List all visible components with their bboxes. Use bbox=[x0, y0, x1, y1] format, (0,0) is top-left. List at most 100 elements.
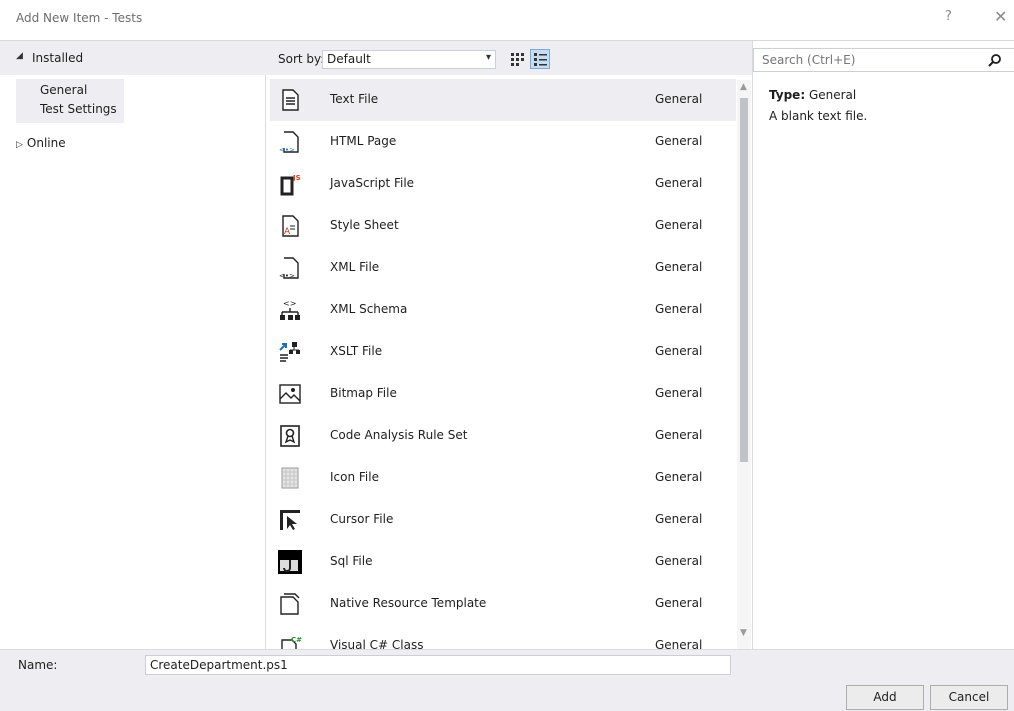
template-name: Visual C# Class bbox=[330, 638, 424, 649]
dialog-footer: Name: Add Cancel bbox=[0, 649, 1014, 711]
list-scrollbar[interactable]: ▲ ▼ bbox=[737, 80, 751, 649]
template-category: General bbox=[655, 470, 703, 484]
list-item-bitmap-file[interactable]: Bitmap File General bbox=[270, 373, 736, 415]
csharp-class-icon: C# bbox=[281, 636, 302, 649]
sql-file-icon bbox=[278, 550, 302, 574]
tree-node-label: Installed bbox=[32, 51, 84, 65]
template-category: General bbox=[655, 596, 703, 610]
sort-by-dropdown[interactable]: Default ▾ bbox=[322, 50, 496, 69]
name-label: Name: bbox=[18, 658, 58, 672]
list-item-style-sheet[interactable]: A Style Sheet General bbox=[270, 205, 736, 247]
text-file-icon bbox=[282, 89, 299, 111]
add-button[interactable]: Add bbox=[846, 685, 924, 710]
type-value: General bbox=[808, 88, 857, 102]
list-item-xml-file[interactable]: <•> XML File General bbox=[270, 247, 736, 289]
list-item-cursor-file[interactable]: Cursor File General bbox=[270, 499, 736, 541]
tree-item-test-settings[interactable]: Test Settings bbox=[16, 100, 256, 120]
template-list: Text File General <•> HTML Page General … bbox=[266, 75, 752, 649]
list-toolbar: Sort by: Default ▾ bbox=[266, 41, 752, 75]
template-category: General bbox=[655, 638, 703, 649]
template-name: Cursor File bbox=[330, 512, 394, 526]
collapse-arrow-icon[interactable]: ◢ bbox=[16, 51, 23, 61]
template-name: Icon File bbox=[330, 470, 379, 484]
template-name: Native Resource Template bbox=[330, 596, 487, 610]
template-name: HTML Page bbox=[330, 134, 397, 148]
grid-view-icon bbox=[511, 53, 524, 66]
scroll-up-arrow-icon[interactable]: ▲ bbox=[740, 82, 747, 92]
svg-text:<•>: <•> bbox=[279, 272, 295, 280]
xml-schema-icon: <> bbox=[280, 299, 300, 320]
list-item-xslt-file[interactable]: XSLT File General bbox=[270, 331, 736, 373]
template-name: XML Schema bbox=[330, 302, 408, 316]
bitmap-file-icon bbox=[279, 384, 301, 404]
tree-node-installed[interactable]: ◢ Installed bbox=[0, 41, 266, 75]
list-item-code-analysis-rule-set[interactable]: Code Analysis Rule Set General bbox=[270, 415, 736, 457]
icon-file-icon bbox=[281, 467, 299, 489]
template-name: JavaScript File bbox=[330, 176, 415, 190]
type-line: Type: General bbox=[769, 88, 856, 102]
template-category: General bbox=[655, 218, 703, 232]
sort-by-value: Default bbox=[327, 52, 371, 66]
template-name: Code Analysis Rule Set bbox=[330, 428, 468, 442]
details-view-button[interactable] bbox=[530, 49, 550, 69]
template-category: General bbox=[655, 554, 703, 568]
svg-text:<>: <> bbox=[283, 299, 296, 308]
tree-item-label: Test Settings bbox=[40, 102, 117, 116]
javascript-file-icon: JS bbox=[280, 174, 301, 196]
xml-file-icon: <•> bbox=[279, 257, 299, 280]
svg-text:<•>: <•> bbox=[279, 146, 295, 154]
list-item-text-file[interactable]: Text File General bbox=[270, 79, 736, 121]
search-box[interactable] bbox=[753, 48, 1014, 72]
sort-by-label: Sort by: bbox=[278, 52, 325, 66]
template-name: Sql File bbox=[330, 554, 373, 568]
code-analysis-icon bbox=[280, 425, 300, 447]
search-input[interactable] bbox=[762, 53, 982, 67]
name-field[interactable] bbox=[145, 655, 731, 675]
expand-arrow-icon[interactable]: ▷ bbox=[16, 140, 23, 150]
close-button[interactable]: ✕ bbox=[994, 7, 1007, 26]
window-title: Add New Item - Tests bbox=[16, 11, 143, 25]
tree-node-label: Online bbox=[26, 136, 66, 150]
help-button[interactable]: ? bbox=[945, 9, 952, 24]
scroll-down-arrow-icon[interactable]: ▼ bbox=[740, 628, 747, 638]
template-category: General bbox=[655, 134, 703, 148]
search-icon[interactable] bbox=[987, 53, 1003, 69]
details-pane: Type: General A blank text file. bbox=[752, 41, 1014, 649]
template-category: General bbox=[655, 176, 703, 190]
template-category: General bbox=[655, 386, 703, 400]
list-item-visual-csharp-class[interactable]: C# Visual C# Class General bbox=[270, 625, 736, 649]
template-category: General bbox=[655, 302, 703, 316]
list-item-xml-schema[interactable]: <> XML Schema General bbox=[270, 289, 736, 331]
xslt-file-icon bbox=[279, 342, 300, 362]
style-sheet-icon: A bbox=[282, 215, 299, 237]
list-item-javascript-file[interactable]: JS JavaScript File General bbox=[270, 163, 736, 205]
svg-text:C#: C# bbox=[291, 636, 302, 644]
small-icons-view-button[interactable] bbox=[507, 49, 527, 69]
html-page-icon: <•> bbox=[279, 131, 299, 154]
cursor-file-icon bbox=[280, 510, 300, 530]
list-item-html-page[interactable]: <•> HTML Page General bbox=[270, 121, 736, 163]
template-description: A blank text file. bbox=[769, 109, 868, 123]
type-label: Type: bbox=[769, 88, 806, 102]
template-category: General bbox=[655, 92, 703, 106]
template-category: General bbox=[655, 428, 703, 442]
dropdown-caret-icon: ▾ bbox=[485, 52, 491, 63]
template-name: XML File bbox=[330, 260, 380, 274]
title-bar: Add New Item - Tests ? ✕ bbox=[0, 0, 1014, 41]
template-category: General bbox=[655, 512, 703, 526]
list-item-sql-file[interactable]: Sql File General bbox=[270, 541, 736, 583]
cancel-button[interactable]: Cancel bbox=[930, 685, 1008, 710]
svg-text:A: A bbox=[284, 227, 291, 237]
template-name: Style Sheet bbox=[330, 218, 399, 232]
scroll-thumb[interactable] bbox=[740, 98, 748, 462]
template-category: General bbox=[655, 260, 703, 274]
tree-item-general[interactable]: General bbox=[16, 81, 256, 101]
template-name: Bitmap File bbox=[330, 386, 397, 400]
tree-item-label: General bbox=[40, 83, 88, 97]
list-item-native-resource-template[interactable]: Native Resource Template General bbox=[270, 583, 736, 625]
category-tree: ◢ Installed General Test Settings ▷ Onlin… bbox=[0, 41, 266, 649]
tree-node-online[interactable]: ▷ Online bbox=[16, 136, 66, 150]
template-name: Text File bbox=[330, 92, 379, 106]
svg-text:JS: JS bbox=[292, 174, 301, 182]
list-item-icon-file[interactable]: Icon File General bbox=[270, 457, 736, 499]
